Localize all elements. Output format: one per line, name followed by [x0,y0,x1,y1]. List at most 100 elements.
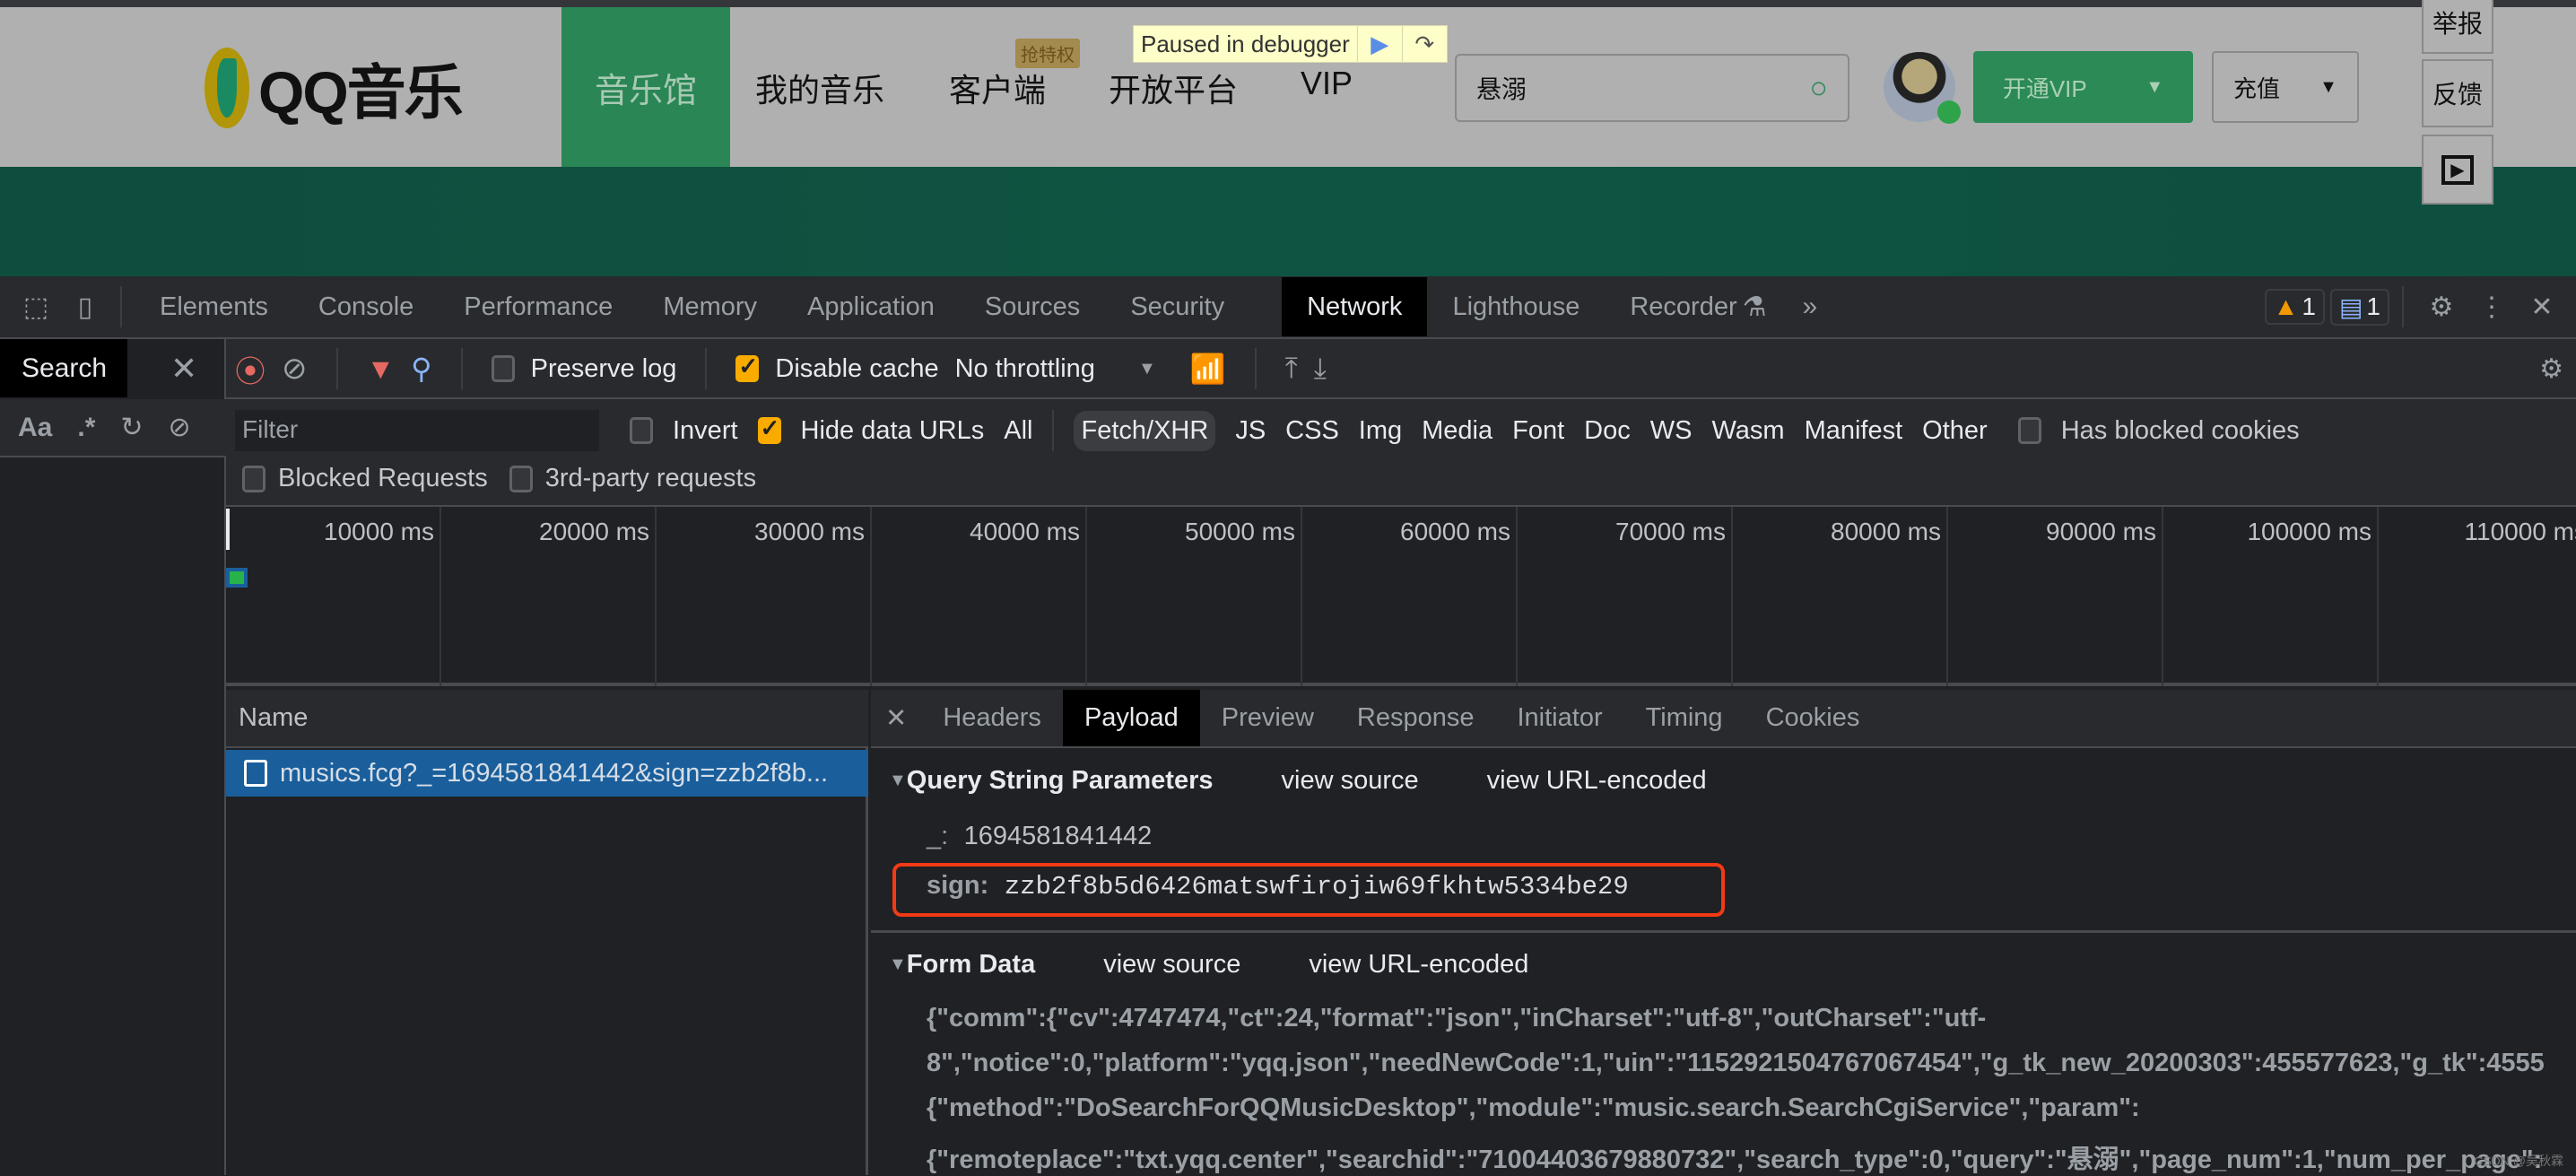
blocked-requests-checkbox[interactable] [242,465,265,492]
blocked-requests-label: Blocked Requests [278,464,488,492]
clear-search-icon[interactable]: ⊘ [169,412,191,443]
tab-memory[interactable]: Memory [638,277,782,336]
tab-performance[interactable]: Performance [439,277,638,336]
more-options-icon[interactable]: ⋮ [2467,292,2517,323]
timeline-cursor[interactable] [226,509,230,550]
nav-open-platform[interactable]: 开放平台 [1109,65,1238,111]
filter-funnel-icon[interactable]: ▼ [367,353,396,386]
type-js[interactable]: JS [1235,416,1266,446]
tab-payload[interactable]: Payload [1062,690,1200,746]
import-har-icon[interactable]: ⤒ [1285,352,1298,386]
export-har-icon[interactable]: ⤓ [1314,352,1327,386]
search-icon[interactable]: ○ [1809,71,1828,106]
view-source-link[interactable]: view source [1282,766,1419,796]
resume-button[interactable]: ▶ [1356,26,1402,62]
regex-toggle[interactable]: .* [77,413,95,443]
type-fetch-xhr[interactable]: Fetch/XHR [1074,410,1216,451]
tab-headers[interactable]: Headers [921,690,1063,746]
chevron-down-icon[interactable]: ▼ [1138,359,1156,379]
refresh-icon[interactable]: ↻ [120,412,143,443]
disable-cache-checkbox[interactable] [735,353,760,382]
report-button[interactable]: 举报 [2422,0,2493,54]
type-img[interactable]: Img [1359,416,1402,446]
network-conditions-icon[interactable]: 📶 [1190,352,1226,386]
type-media[interactable]: Media [1422,416,1493,446]
settings-gear-icon[interactable]: ⚙ [2416,292,2467,323]
warnings-counter[interactable]: ▲ 1 [2264,289,2325,325]
qqmusic-logo[interactable]: QQ音乐 [205,45,464,131]
nav-vip[interactable]: VIP [1301,65,1353,102]
view-source-link[interactable]: view source [1103,950,1240,980]
query-param-row: _: 1694581841442 [927,822,1152,852]
clear-icon[interactable]: ⊘ [282,351,308,387]
inspect-element-icon[interactable]: ⬚ [9,292,63,323]
has-blocked-cookies-checkbox[interactable] [2017,417,2041,444]
timeline-tick: 40000 ms [872,507,1087,686]
form-data-title: Form Data [906,950,1036,979]
network-settings-gear-icon[interactable]: ⚙ [2539,348,2563,389]
paused-in-debugger-banner: Paused in debugger ▶ ↷ [1133,25,1448,63]
device-toolbar-icon[interactable]: ▯ [63,292,108,323]
network-overview-timeline[interactable]: 10000 ms 20000 ms 30000 ms 40000 ms 50000 ms… [226,507,2576,686]
tab-security[interactable]: Security [1105,277,1249,336]
recharge-button[interactable]: 充值 ▼ [2212,51,2359,123]
step-over-button[interactable]: ↷ [1401,26,1447,62]
record-stop-icon[interactable]: ⦿ [235,347,265,391]
tab-elements[interactable]: Elements [135,277,293,336]
close-devtools-icon[interactable]: ✕ [2517,292,2567,323]
search-panel-title[interactable]: Search [0,339,127,397]
tab-preview[interactable]: Preview [1200,690,1336,746]
hide-data-urls-checkbox[interactable] [757,414,781,444]
warning-count: 1 [2302,292,2316,320]
play-icon: ▶ [2441,154,2474,185]
throttling-select[interactable]: No throttling [955,354,1095,384]
open-vip-button[interactable]: 开通VIP ▼ [1973,51,2193,123]
tab-timing[interactable]: Timing [1624,690,1745,746]
type-all[interactable]: All [1004,416,1032,446]
tab-response[interactable]: Response [1336,690,1496,746]
invert-checkbox[interactable] [630,417,653,444]
filter-input[interactable]: Filter [235,410,599,451]
tab-console[interactable]: Console [293,277,439,336]
tab-cookies[interactable]: Cookies [1745,690,1882,746]
request-row[interactable]: musics.fcg?_=1694581841442&sign=zzb2f8b.… [226,750,868,797]
tab-network[interactable]: Network [1282,277,1428,336]
tab-sources[interactable]: Sources [960,277,1105,336]
type-manifest[interactable]: Manifest [1805,416,1903,446]
nav-client[interactable]: 客户端 [949,65,1046,111]
type-doc[interactable]: Doc [1584,416,1631,446]
type-ws[interactable]: WS [1650,416,1693,446]
column-header-name[interactable]: Name [226,690,868,748]
disable-cache-label: Disable cache [775,353,939,383]
feedback-button[interactable]: 反馈 [2422,59,2493,127]
type-font[interactable]: Font [1512,416,1564,446]
preserve-log-checkbox[interactable] [491,355,515,382]
form-data-section-header[interactable]: ▼ Form Data view source view URL-encoded [889,950,1528,980]
query-string-section-header[interactable]: ▼ Query String Parameters view source vi… [889,766,1707,796]
type-wasm[interactable]: Wasm [1711,416,1784,446]
view-url-encoded-link[interactable]: view URL-encoded [1487,766,1707,796]
timeline-tick-label: 110000 ms [2464,518,2576,545]
close-search-icon[interactable]: ✕ [170,350,197,388]
nav-music-hall[interactable]: 音乐馆 [561,7,730,167]
tab-application[interactable]: Application [782,277,960,336]
tab-lighthouse[interactable]: Lighthouse [1427,277,1605,336]
play-panel-button[interactable]: ▶ [2422,135,2493,205]
param-value: zzb2f8b5d6426matswfirojiw69fkhtw5334be29 [1004,872,1629,902]
search-icon[interactable]: ⚲ [411,352,431,386]
close-details-icon[interactable]: ✕ [871,690,921,746]
nav-my-music[interactable]: 我的音乐 [755,65,884,111]
third-party-checkbox[interactable] [509,465,533,492]
type-other[interactable]: Other [1922,416,1988,446]
view-url-encoded-link[interactable]: view URL-encoded [1309,950,1528,980]
hide-data-urls-label: Hide data URLs [800,415,985,445]
site-search-input[interactable]: 悬溺 ○ [1455,54,1849,122]
tab-initiator[interactable]: Initiator [1496,690,1624,746]
more-tabs-chevron-icon[interactable]: » [1803,292,1818,322]
section-divider [871,930,2576,933]
match-case-toggle[interactable]: Aa [18,413,52,443]
messages-counter[interactable]: ▤ 1 [2329,288,2389,326]
type-css[interactable]: CSS [1285,416,1339,446]
tab-recorder[interactable]: Recorder [1605,277,1742,336]
browser-top-strip [0,0,2576,7]
